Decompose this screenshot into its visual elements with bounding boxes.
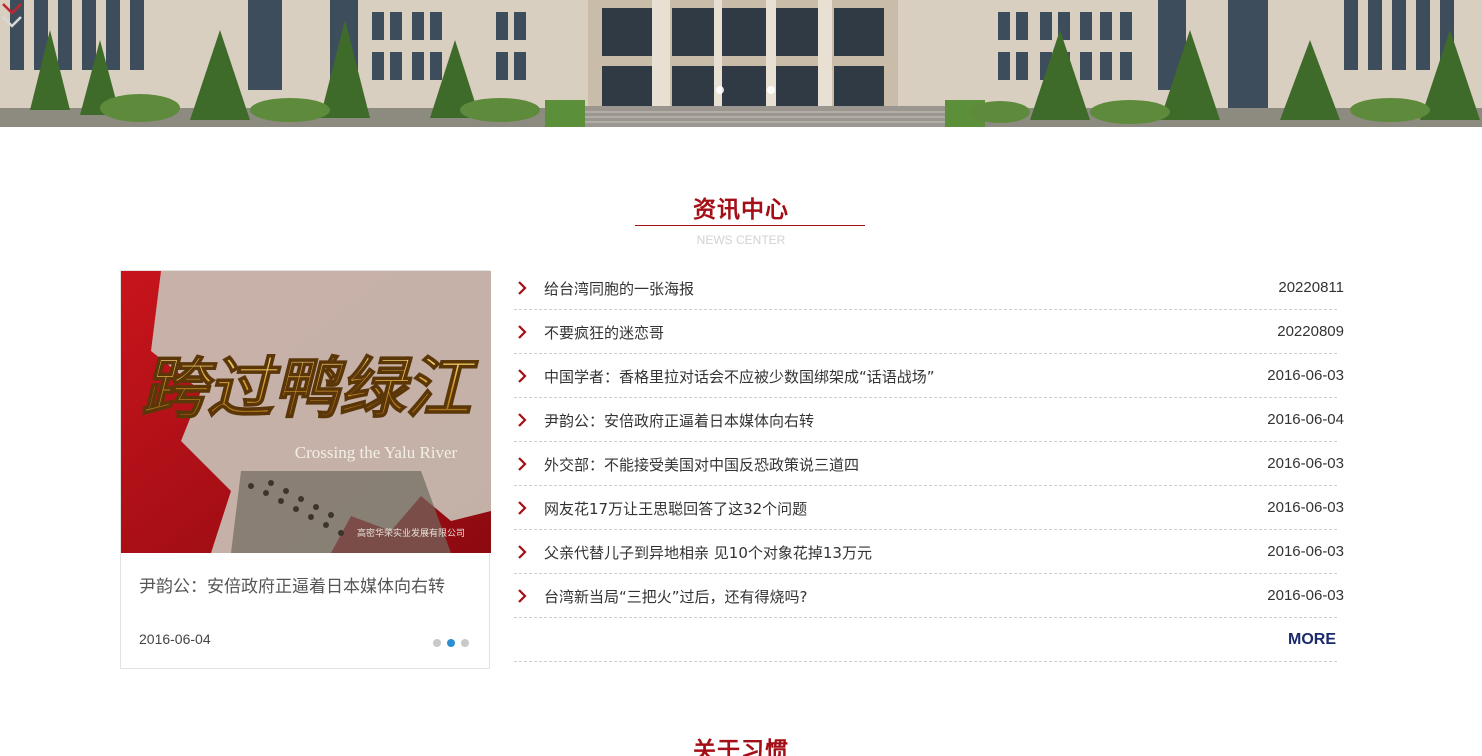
news-list-item[interactable]: 尹韵公：安倍政府正逼着日本媒体向右转 2016-06-04: [514, 398, 1344, 442]
news-item-date: 20220811: [1278, 279, 1344, 296]
news-list-item[interactable]: 台湾新当局“三把火”过后，还有得烧吗? 2016-06-03: [514, 574, 1344, 618]
poster-headline: 跨过鸭绿江: [141, 349, 479, 427]
news-item-title[interactable]: 外交部：不能接受美国对中国反恐政策说三道四: [544, 454, 859, 475]
featured-carousel-dots: [433, 639, 475, 647]
news-item-date: 2016-06-03: [1267, 499, 1344, 516]
news-item-date: 2016-06-03: [1267, 455, 1344, 472]
chevron-right-icon: [518, 545, 527, 559]
chevron-right-icon: [518, 501, 527, 515]
news-item-title[interactable]: 中国学者：香格里拉对话会不应被少数国绑架成“话语战场”: [544, 366, 935, 387]
news-section-title: 资讯中心: [693, 197, 789, 223]
carousel-dot-1[interactable]: [433, 639, 441, 647]
chevron-right-icon: [518, 457, 527, 471]
news-item-date: 2016-06-03: [1267, 587, 1344, 604]
news-item-title[interactable]: 给台湾同胞的一张海报: [544, 278, 694, 299]
chevron-right-icon: [518, 413, 527, 427]
double-chevron-down-icon[interactable]: [0, 0, 24, 34]
news-list-item[interactable]: 父亲代替儿子到异地相亲 见10个对象花掉13万元 2016-06-03: [514, 530, 1344, 574]
news-item-title[interactable]: 尹韵公：安倍政府正逼着日本媒体向右转: [544, 410, 814, 431]
chevron-right-icon: [518, 325, 527, 339]
news-item-date: 2016-06-03: [1267, 367, 1344, 384]
hero-banner: [0, 0, 1482, 127]
featured-news-title[interactable]: 尹韵公：安倍政府正逼着日本媒体向右转: [139, 572, 445, 597]
news-list: 给台湾同胞的一张海报 20220811 不要疯狂的迷恋哥 20220809 中国…: [514, 266, 1344, 662]
poster-watermark: 高密华荣实业发展有限公司: [357, 527, 465, 539]
news-item-date: 20220809: [1277, 323, 1344, 340]
featured-news-date: 2016-06-04: [139, 631, 211, 647]
news-item-date: 2016-06-03: [1267, 543, 1344, 560]
section-title-underline: [635, 225, 865, 226]
news-list-item[interactable]: 外交部：不能接受美国对中国反恐政策说三道四 2016-06-03: [514, 442, 1344, 486]
chevron-right-icon: [518, 589, 527, 603]
crossing-yalu-river-poster: 跨过鸭绿江 Crossing the Yalu River 高密华荣实业发展有限…: [121, 271, 491, 553]
hero-slide-dot-2[interactable]: [767, 86, 775, 94]
news-section-subtitle: NEWS CENTER: [696, 233, 786, 247]
news-item-date: 2016-06-04: [1267, 411, 1344, 428]
more-link[interactable]: MORE: [1288, 631, 1336, 649]
news-list-item[interactable]: 给台湾同胞的一张海报 20220811: [514, 266, 1344, 310]
about-section-title: 关于习惯: [693, 738, 789, 756]
chevron-right-icon: [518, 369, 527, 383]
news-list-item[interactable]: 不要疯狂的迷恋哥 20220809: [514, 310, 1344, 354]
news-item-title[interactable]: 不要疯狂的迷恋哥: [544, 322, 664, 343]
featured-news-image[interactable]: 跨过鸭绿江 Crossing the Yalu River 高密华荣实业发展有限…: [121, 271, 491, 553]
featured-news-card[interactable]: 跨过鸭绿江 Crossing the Yalu River 高密华荣实业发展有限…: [120, 270, 491, 669]
hero-building-image: [0, 0, 1482, 127]
poster-caption: Crossing the Yalu River: [295, 443, 458, 462]
news-item-title[interactable]: 台湾新当局“三把火”过后，还有得烧吗?: [544, 586, 808, 607]
news-list-item[interactable]: 网友花17万让王思聪回答了这32个问题 2016-06-03: [514, 486, 1344, 530]
carousel-dot-2[interactable]: [447, 639, 455, 647]
news-item-title[interactable]: 网友花17万让王思聪回答了这32个问题: [544, 498, 807, 519]
more-row: MORE: [514, 618, 1337, 662]
news-item-title[interactable]: 父亲代替儿子到异地相亲 见10个对象花掉13万元: [544, 542, 872, 563]
news-list-item[interactable]: 中国学者：香格里拉对话会不应被少数国绑架成“话语战场” 2016-06-03: [514, 354, 1344, 398]
chevron-right-icon: [518, 281, 527, 295]
hero-slide-dot-1[interactable]: [716, 86, 724, 94]
carousel-dot-3[interactable]: [461, 639, 469, 647]
